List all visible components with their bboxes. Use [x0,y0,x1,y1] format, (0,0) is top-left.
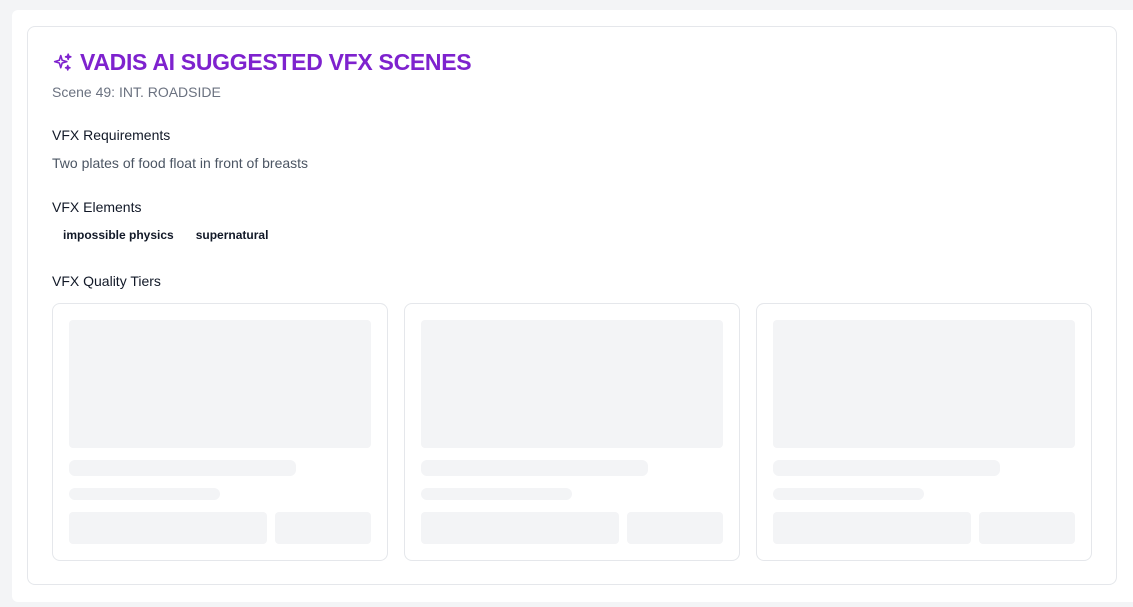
skeleton-button [69,512,267,544]
skeleton-text [69,488,220,500]
quality-tier-card-loading [52,303,388,561]
skeleton-text [421,488,572,500]
skeleton-image [773,320,1075,448]
element-tag: impossible physics [52,225,185,245]
skeleton-text [773,488,924,500]
skeleton-title [773,460,1000,476]
skeleton-button [627,512,723,544]
card-title: VADIS AI SUGGESTED VFX SCENES [80,49,472,75]
vfx-requirements-text: Two plates of food float in front of bre… [52,155,309,171]
page-container: VADIS AI SUGGESTED VFX SCENES Scene 49: … [12,10,1133,602]
skeleton-button [979,512,1075,544]
skeleton-image [421,320,723,448]
quality-tier-card-loading [404,303,740,561]
skeleton-title [69,460,296,476]
skeleton-image [69,320,371,448]
vfx-suggestion-card: VADIS AI SUGGESTED VFX SCENES Scene 49: … [27,26,1117,585]
vfx-elements-heading: VFX Elements [52,199,142,215]
skeleton-button [773,512,971,544]
sparkles-icon [52,52,73,73]
vfx-element-tags: impossible physics supernatural [52,225,280,245]
card-header: VADIS AI SUGGESTED VFX SCENES [52,49,472,76]
quality-tier-card-loading [756,303,1092,561]
vfx-quality-tiers-heading: VFX Quality Tiers [52,273,161,289]
skeleton-title [421,460,648,476]
vfx-requirements-heading: VFX Requirements [52,127,171,143]
scene-subtitle: Scene 49: INT. ROADSIDE [52,84,221,100]
skeleton-button [421,512,619,544]
skeleton-button [275,512,371,544]
element-tag: supernatural [184,225,280,245]
